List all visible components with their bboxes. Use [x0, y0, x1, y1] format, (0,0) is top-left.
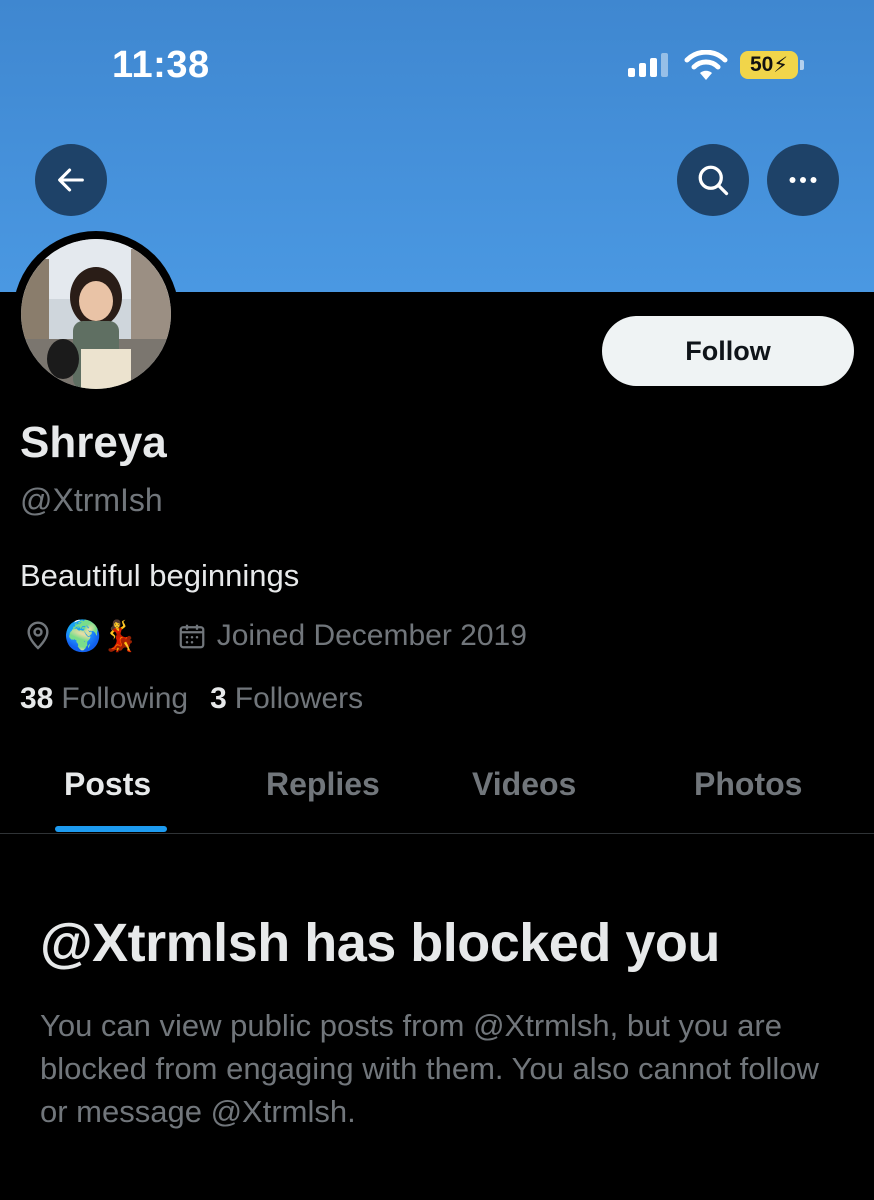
battery-indicator: 50 ⚡: [740, 51, 804, 79]
avatar[interactable]: [13, 231, 179, 397]
active-tab-indicator: [55, 826, 167, 832]
display-name: Shreya: [20, 418, 167, 467]
tab-photos[interactable]: Photos: [694, 766, 802, 803]
blocked-title: @Xtrmlsh has blocked you: [40, 913, 720, 973]
tab-replies[interactable]: Replies: [266, 766, 380, 803]
search-button[interactable]: [677, 144, 749, 216]
calendar-icon: [179, 624, 205, 649]
following-count: 38: [20, 682, 54, 715]
joined-date: Joined December 2019: [216, 619, 527, 652]
status-time: 11:38: [112, 44, 210, 86]
following-link[interactable]: 38 Following: [20, 682, 188, 716]
more-options-button[interactable]: [767, 144, 839, 216]
search-icon: [698, 165, 729, 196]
location-emojis: 🌍💃: [64, 618, 139, 654]
profile-handle: @XtrmIsh: [20, 482, 163, 518]
location-pin-icon: [27, 621, 49, 650]
following-label: Following: [61, 682, 189, 715]
more-horizontal-icon: [789, 177, 817, 183]
profile-tabs: Posts Replies Videos Photos: [0, 760, 874, 834]
battery-level: 50: [749, 53, 774, 76]
arrow-left-icon: [58, 168, 84, 192]
followers-label: Followers: [234, 682, 364, 715]
avatar-photo: [21, 239, 171, 389]
charging-bolt-icon: ⚡: [773, 53, 789, 77]
follow-counts: 38 Following 3 Followers: [20, 682, 363, 716]
tab-videos[interactable]: Videos: [472, 766, 576, 803]
wifi-icon: [684, 50, 728, 80]
followers-link[interactable]: 3 Followers: [210, 682, 363, 716]
back-button[interactable]: [35, 144, 107, 216]
profile-bio: Beautiful beginnings: [20, 558, 300, 593]
follow-button[interactable]: Follow: [602, 316, 854, 386]
followers-count: 3: [210, 682, 227, 715]
profile-meta: 🌍💃 Joined December 2019: [22, 614, 527, 658]
tab-posts[interactable]: Posts: [64, 766, 151, 803]
cellular-signal-icon: [628, 53, 668, 77]
blocked-message: You can view public posts from @Xtrmlsh,…: [40, 1008, 819, 1129]
